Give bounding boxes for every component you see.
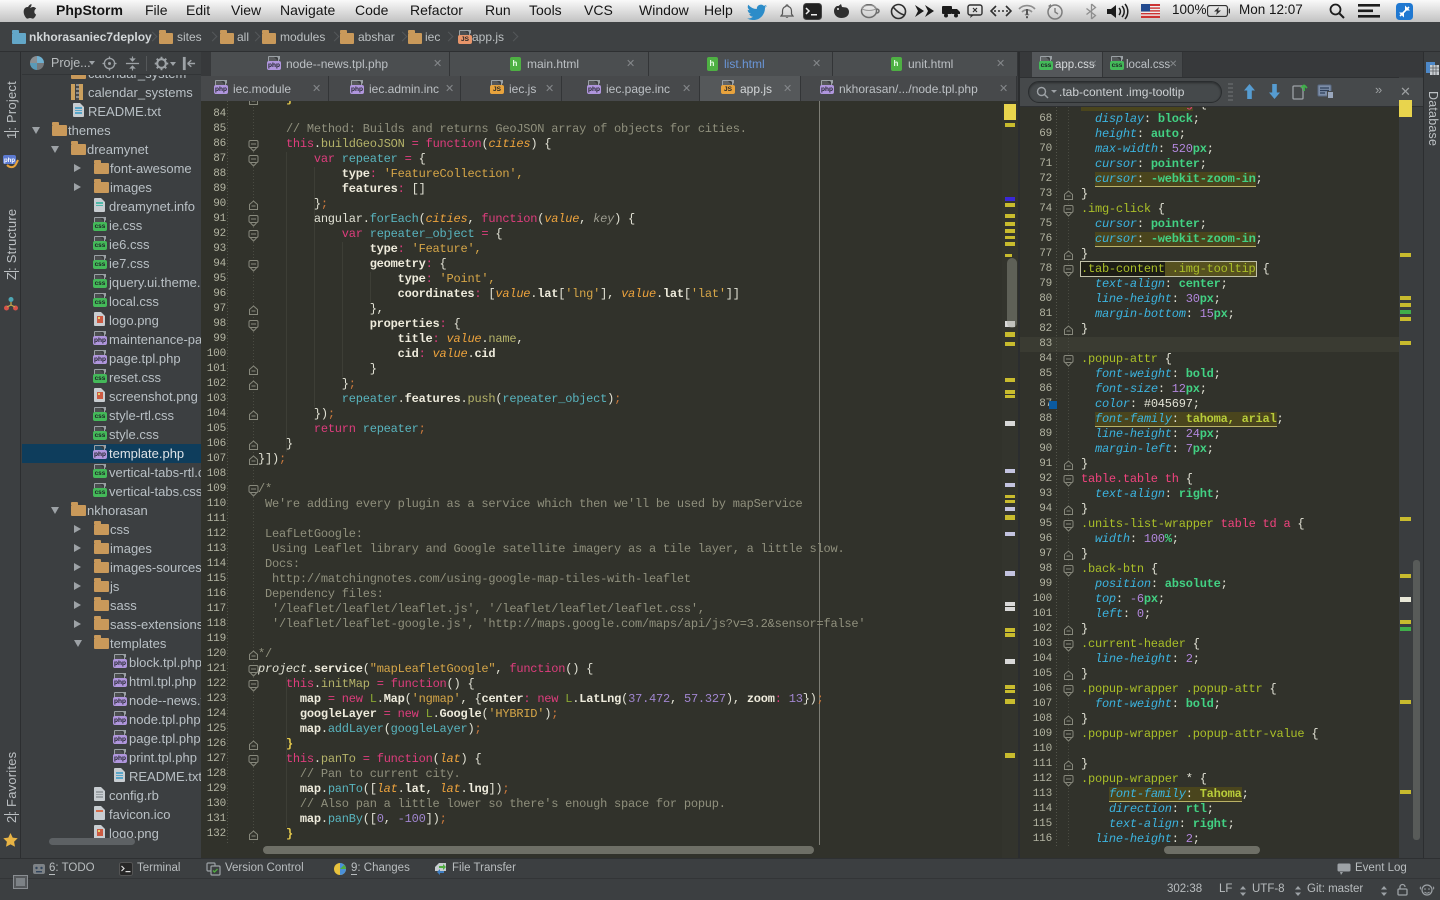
svg-text:php: php [4, 158, 15, 164]
